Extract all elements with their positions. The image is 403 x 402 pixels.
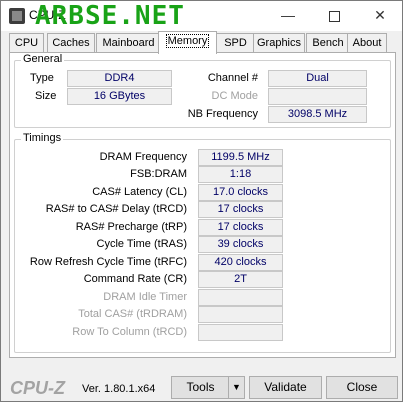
tab-bench[interactable]: Bench [306,33,350,53]
dram-frequency-label: DRAM Frequency [99,151,187,163]
validate-button[interactable]: Validate [249,376,322,399]
dram-idle-timer-value [198,289,283,306]
cas-latency-value: 17.0 clocks [198,184,283,201]
tab-mainboard[interactable]: Mainboard [96,33,161,53]
nb-frequency-label: NB Frequency [187,108,258,120]
close-button[interactable]: Close [326,376,398,399]
tab-caches[interactable]: Caches [47,33,95,53]
footer-bar: CPU-Z Ver. 1.80.1.x64 Tools ▼ Validate C… [1,371,402,401]
cpuz-app-icon [9,8,25,24]
trp-label: RAS# Precharge (tRP) [75,221,187,233]
tras-value: 39 clocks [198,236,283,253]
general-group: General Type DDR4 Size 16 GBytes Channel… [14,53,391,128]
watermark-logo: ARBSE.NET [35,1,185,31]
channel-value: Dual [268,70,367,87]
maximize-button[interactable] [311,1,357,31]
fsb-dram-value: 1:18 [198,166,283,183]
trcd-label: RAS# to CAS# Delay (tRCD) [45,203,187,215]
tab-memory-label: Memory [165,34,210,48]
cas-latency-label: CAS# Latency (CL) [92,186,187,198]
type-value: DDR4 [67,70,172,87]
command-rate-label: Command Rate (CR) [83,273,187,285]
trcd-value: 17 clocks [198,201,283,218]
tab-graphics[interactable]: Graphics [253,33,305,53]
chevron-down-icon: ▼ [232,382,241,392]
tools-button[interactable]: Tools [171,376,230,399]
maximize-icon [328,11,340,22]
row-to-column-value [198,324,283,341]
general-title: General [21,53,65,65]
tab-spd[interactable]: SPD [216,33,255,53]
cpuz-window: CPU-Z ARBSE.NET — ✕ CPU Caches Mainboard… [0,0,403,402]
title-bar[interactable]: CPU-Z ARBSE.NET — ✕ [1,1,402,31]
trfc-label: Row Refresh Cycle Time (tRFC) [29,256,187,268]
tras-label: Cycle Time (tRAS) [96,238,187,250]
trp-value: 17 clocks [198,219,283,236]
dram-frequency-value: 1199.5 MHz [198,149,283,166]
trfc-value: 420 clocks [198,254,283,271]
close-window-button[interactable]: ✕ [357,1,403,31]
cpuz-logo: CPU-Z [10,378,65,398]
channel-label: Channel # [207,72,258,84]
timings-title: Timings [21,132,64,144]
memory-panel: General Type DDR4 Size 16 GBytes Channel… [9,52,396,358]
type-label: Type [30,72,54,84]
dcmode-value [268,88,367,105]
tab-about[interactable]: About [347,33,387,53]
command-rate-value: 2T [198,271,283,288]
total-cas-value [198,306,283,323]
timings-group: Timings DRAM Frequency 1199.5 MHz FSB:DR… [14,132,391,353]
fsb-dram-label: FSB:DRAM [130,168,187,180]
minimize-button[interactable]: — [265,1,311,31]
version-text: Ver. 1.80.1.x64 [82,383,156,395]
dram-idle-timer-label: DRAM Idle Timer [103,291,187,303]
size-value: 16 GBytes [67,88,172,105]
tab-memory[interactable]: Memory [158,31,217,54]
total-cas-label: Total CAS# (tRDRAM) [78,308,187,320]
tools-dropdown-arrow[interactable]: ▼ [228,376,245,399]
row-to-column-label: Row To Column (tRCD) [72,326,187,338]
size-label: Size [35,90,57,102]
nb-frequency-value: 3098.5 MHz [268,106,367,123]
dcmode-label: DC Mode [211,90,258,102]
tab-cpu[interactable]: CPU [9,33,44,53]
